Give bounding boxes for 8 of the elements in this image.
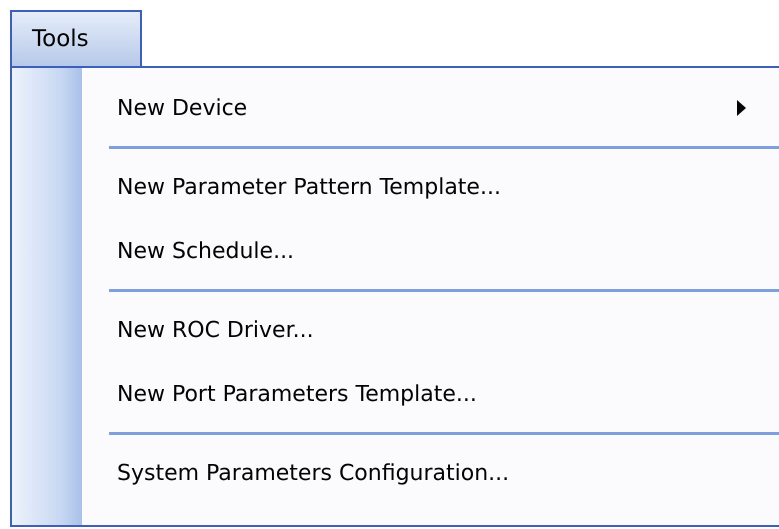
menu-item[interactable]: New Parameter Pattern Template... (82, 155, 779, 219)
menu-item[interactable]: System Parameters Configuration... (82, 441, 779, 505)
menu-item[interactable]: New Device (82, 76, 779, 140)
menu-item[interactable]: New ROC Driver... (82, 298, 779, 362)
menu-item[interactable]: New Schedule... (82, 219, 779, 283)
menu-item[interactable]: New Port Parameters Template... (82, 362, 779, 426)
submenu-arrow-icon (737, 100, 746, 116)
menu-title[interactable]: Tools (10, 10, 142, 66)
